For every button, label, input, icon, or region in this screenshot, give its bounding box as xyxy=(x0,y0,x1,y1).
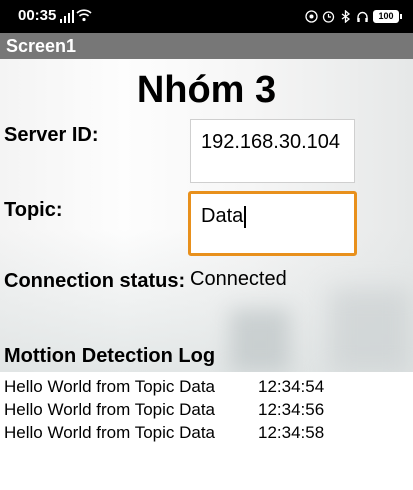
log-row: Hello World from Topic Data 12:34:58 xyxy=(4,423,324,443)
group-title: Nhóm 3 xyxy=(136,69,277,111)
detection-log: Hello World from Topic Data 12:34:54 Hell… xyxy=(0,372,413,490)
headphones-icon xyxy=(357,11,368,22)
log-time: 12:34:54 xyxy=(258,377,325,396)
log-message: Hello World from Topic Data xyxy=(4,423,216,442)
server-id-input[interactable]: 192.168.30.104 xyxy=(190,119,355,183)
status-bar: 00:35 100 xyxy=(0,0,413,33)
title-bar: Screen1 xyxy=(0,33,413,59)
battery-icon: 100 xyxy=(373,9,402,23)
log-message: Hello World from Topic Data xyxy=(4,377,216,396)
bluetooth-icon xyxy=(341,9,351,23)
background-blur xyxy=(330,289,410,372)
connection-status-label: Connection status: xyxy=(4,270,186,292)
screen-title: Screen1 xyxy=(6,36,77,56)
status-icons: 100 xyxy=(305,8,402,24)
topic-value: Data xyxy=(201,205,244,227)
topic-input[interactable]: Data xyxy=(188,191,357,256)
topic-label: Topic: xyxy=(4,199,63,221)
log-row: Hello World from Topic Data 12:34:56 xyxy=(4,400,324,420)
wifi-icon xyxy=(76,9,92,22)
signal-icon xyxy=(60,10,74,23)
log-time: 12:34:56 xyxy=(258,400,325,419)
log-time: 12:34:58 xyxy=(258,423,325,442)
log-message: Hello World from Topic Data xyxy=(4,400,216,419)
status-time: 00:35 xyxy=(18,7,57,24)
alarm-icon xyxy=(305,9,318,23)
background-blur xyxy=(230,309,290,372)
server-id-label: Server ID: xyxy=(4,124,99,146)
clock-icon xyxy=(322,10,335,23)
text-caret xyxy=(244,205,246,228)
main-panel: Nhóm 3 Server ID: 192.168.30.104 Topic: … xyxy=(0,59,413,372)
log-row: Hello World from Topic Data 12:34:54 xyxy=(4,377,324,397)
connection-status-value: Connected xyxy=(190,268,287,290)
server-id-value: 192.168.30.104 xyxy=(201,131,341,153)
log-title: Mottion Detection Log xyxy=(4,345,216,367)
